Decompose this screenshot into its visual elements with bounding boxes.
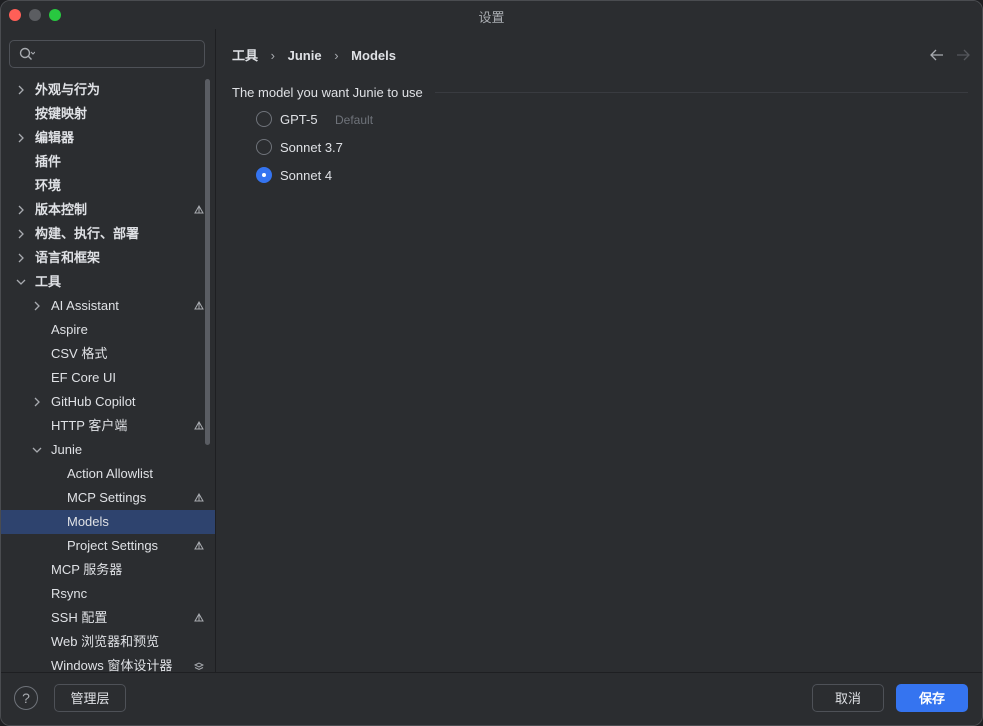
sidebar-item[interactable]: Project Settings <box>1 534 215 558</box>
sidebar-item[interactable]: Aspire <box>1 318 215 342</box>
sidebar-item[interactable]: 语言和框架 <box>1 246 215 270</box>
search-input[interactable] <box>40 44 204 66</box>
breadcrumb-item-models: Models <box>351 48 396 63</box>
sidebar-item[interactable]: Models <box>1 510 215 534</box>
sidebar-item-label: Action Allowlist <box>67 466 153 481</box>
sidebar-item-label: SSH 配置 <box>51 610 108 625</box>
chevron-right-icon[interactable] <box>16 85 26 95</box>
settings-sidebar: 外观与行为按键映射编辑器插件环境版本控制构建、执行、部署 语言和框架工具 AI As… <box>1 29 216 673</box>
model-option-label: Sonnet 4 <box>280 168 333 183</box>
breadcrumb-item-junie[interactable]: Junie <box>288 48 322 63</box>
breadcrumb-separator-icon: › <box>270 48 275 63</box>
settings-search[interactable] <box>9 40 205 68</box>
sidebar-item-label: 编辑器 <box>35 130 75 145</box>
sidebar-item[interactable]: 编辑器 <box>1 126 215 150</box>
sidebar-item[interactable]: CSV 格式 <box>1 342 215 366</box>
sidebar-item-label: Windows 窗体设计器 <box>51 658 173 673</box>
sidebar-item-label: HTTP 客户端 <box>51 418 128 433</box>
dialog-footer: ? 管理层 取消 保存 <box>1 672 982 725</box>
settings-content: 工具 › Junie › Models The model you want J… <box>216 29 982 673</box>
sidebar-item-label: GitHub Copilot <box>51 394 136 409</box>
settings-window: 设置 外观与行为 按键映射 编辑器 插件 环境 版本控制 构建、执行、部署 语言和框架 工具 AI… <box>0 0 983 726</box>
sidebar-item[interactable]: EF Core UI <box>1 366 215 390</box>
window-title: 设置 <box>478 10 505 25</box>
radio-button[interactable] <box>256 111 272 127</box>
sidebar-item[interactable]: 版本控制 <box>1 198 215 222</box>
default-hint: Default <box>335 113 374 127</box>
sidebar-item[interactable]: HTTP 客户端 <box>1 414 215 438</box>
radio-button[interactable] <box>256 139 272 155</box>
sidebar-item[interactable]: Web 浏览器和预览 <box>1 630 215 654</box>
cancel-button[interactable]: 取消 <box>812 684 884 712</box>
layers-icon <box>194 662 204 671</box>
project-icon <box>194 613 204 622</box>
project-icon <box>194 205 204 214</box>
sidebar-item-label: MCP 服务器 <box>51 562 123 577</box>
chevron-right-icon[interactable] <box>16 253 26 263</box>
save-button[interactable]: 保存 <box>896 684 968 712</box>
sidebar-item-label: Project Settings <box>67 538 159 553</box>
sidebar-item-label: 环境 <box>35 178 62 193</box>
chevron-down-icon[interactable] <box>32 445 42 455</box>
sidebar-item[interactable]: GitHub Copilot <box>1 390 215 414</box>
sidebar-item-label: 插件 <box>35 154 62 169</box>
sidebar-item[interactable]: MCP Settings <box>1 486 215 510</box>
breadcrumb-separator-icon: › <box>334 48 339 63</box>
sidebar-item[interactable]: 按键映射 <box>1 102 215 126</box>
chevron-down-icon[interactable] <box>16 277 26 287</box>
project-icon <box>194 493 204 502</box>
settings-tree: 外观与行为按键映射编辑器插件环境版本控制构建、执行、部署 语言和框架工具 AI As… <box>1 78 215 673</box>
sidebar-item-label: 语言和框架 <box>35 250 101 265</box>
model-option-label: Sonnet 3.7 <box>280 140 343 155</box>
sidebar-item[interactable]: 构建、执行、部署 <box>1 222 215 246</box>
sidebar-item-label: 按键映射 <box>35 106 88 121</box>
sidebar-scrollbar[interactable] <box>205 79 210 445</box>
sidebar-item[interactable]: Windows 窗体设计器 <box>1 654 215 673</box>
sidebar-item-label: Web 浏览器和预览 <box>51 634 160 649</box>
sidebar-item[interactable]: MCP 服务器 <box>1 558 215 582</box>
sidebar-item[interactable]: 环境 <box>1 174 215 198</box>
help-button[interactable]: ? <box>14 686 38 710</box>
breadcrumb: 工具 › Junie › Models <box>232 45 396 63</box>
chevron-right-icon[interactable] <box>16 133 26 143</box>
sidebar-item-label: CSV 格式 <box>51 346 108 361</box>
chevron-right-icon[interactable] <box>32 301 42 311</box>
sidebar-item-label: Models <box>67 514 109 529</box>
sidebar-item-label: Rsync <box>51 586 88 601</box>
sidebar-item[interactable]: Action Allowlist <box>1 462 215 486</box>
model-group-title: The model you want Junie to use <box>232 85 423 100</box>
sidebar-item-label: Junie <box>51 442 83 457</box>
sidebar-item-label: EF Core UI <box>51 370 117 385</box>
sidebar-item[interactable]: SSH 配置 <box>1 606 215 630</box>
title-bar: 设置 <box>1 1 982 29</box>
sidebar-item-label: 构建、执行、部署 <box>35 226 140 241</box>
chevron-right-icon[interactable] <box>32 397 42 407</box>
search-icon <box>19 47 35 60</box>
chevron-right-icon[interactable] <box>16 229 26 239</box>
group-divider <box>435 92 968 93</box>
sidebar-item[interactable]: AI Assistant <box>1 294 215 318</box>
forward-arrow-icon[interactable] <box>956 49 970 61</box>
back-arrow-icon[interactable] <box>930 49 944 61</box>
radio-button-selected[interactable] <box>256 167 272 183</box>
sidebar-item-label: AI Assistant <box>51 298 119 313</box>
manage-button[interactable]: 管理层 <box>54 684 126 712</box>
project-icon <box>194 421 204 430</box>
project-icon <box>194 301 204 310</box>
model-option-label: GPT-5 <box>280 112 318 127</box>
sidebar-item[interactable]: 插件 <box>1 150 215 174</box>
sidebar-item-label: 外观与行为 <box>35 82 101 97</box>
sidebar-item-label: 工具 <box>35 274 62 289</box>
sidebar-item-label: Aspire <box>51 322 88 337</box>
sidebar-item[interactable]: 外观与行为 <box>1 78 215 102</box>
project-icon <box>194 541 204 550</box>
sidebar-item[interactable]: Junie <box>1 438 215 462</box>
sidebar-item-label: MCP Settings <box>67 490 147 505</box>
chevron-right-icon[interactable] <box>16 205 26 215</box>
sidebar-item-label: 版本控制 <box>35 202 88 217</box>
breadcrumb-item-tools[interactable]: 工具 <box>232 45 258 64</box>
sidebar-item[interactable]: 工具 <box>1 270 215 294</box>
sidebar-item[interactable]: Rsync <box>1 582 215 606</box>
